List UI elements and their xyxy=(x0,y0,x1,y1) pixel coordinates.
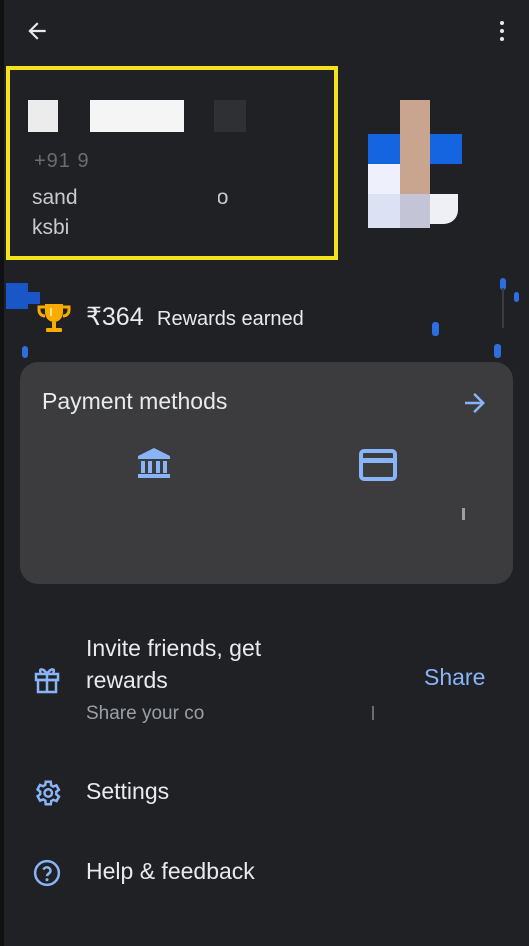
phone-number: +91 9 xyxy=(34,150,90,172)
more-options-button[interactable] xyxy=(491,16,513,46)
back-button[interactable] xyxy=(20,14,54,48)
help-feedback-item[interactable]: Help & feedback xyxy=(86,858,255,885)
trophy-icon[interactable] xyxy=(34,298,74,338)
payment-methods-title: Payment methods xyxy=(42,388,228,414)
gift-icon xyxy=(34,668,60,694)
arrow-right-icon[interactable] xyxy=(460,388,490,418)
bank-icon[interactable] xyxy=(134,446,174,480)
decor-pin xyxy=(22,346,28,358)
redacted-text-block xyxy=(232,700,372,730)
decor-square xyxy=(6,283,28,309)
redacted-name-block xyxy=(28,100,58,132)
share-button[interactable]: Share xyxy=(424,664,485,691)
text-mark xyxy=(372,706,374,720)
rewards-label[interactable]: Rewards earned xyxy=(157,308,304,331)
help-circle-icon[interactable] xyxy=(32,858,62,888)
more-dot xyxy=(500,29,504,33)
credit-card-icon[interactable] xyxy=(358,448,398,482)
decor-pin xyxy=(494,344,501,358)
card-mark xyxy=(462,508,465,520)
arrow-left-icon xyxy=(28,22,46,40)
profile-screen: +91 9 sand 13-1@o ksbi ₹364 Rewards earn… xyxy=(0,0,529,946)
more-vert-icon xyxy=(500,21,504,25)
settings-item[interactable]: Settings xyxy=(86,778,169,805)
decor-line xyxy=(502,288,504,328)
upi-id-line-2[interactable]: ksbi xyxy=(32,216,69,240)
decor-pin xyxy=(432,322,439,336)
redacted-upi-block xyxy=(86,186,218,212)
invite-friends-subtitle: Share your co xyxy=(86,703,205,724)
decor-pin xyxy=(514,292,519,302)
gear-icon[interactable] xyxy=(32,778,62,808)
rewards-amount[interactable]: ₹364 xyxy=(86,302,144,332)
more-dot xyxy=(500,37,504,41)
redacted-name-block xyxy=(214,100,246,132)
profile-avatar[interactable] xyxy=(368,100,464,228)
screen-edge xyxy=(0,0,4,946)
redacted-name-block xyxy=(90,100,184,132)
invite-friends-title[interactable]: Invite friends, get rewards xyxy=(86,632,326,696)
